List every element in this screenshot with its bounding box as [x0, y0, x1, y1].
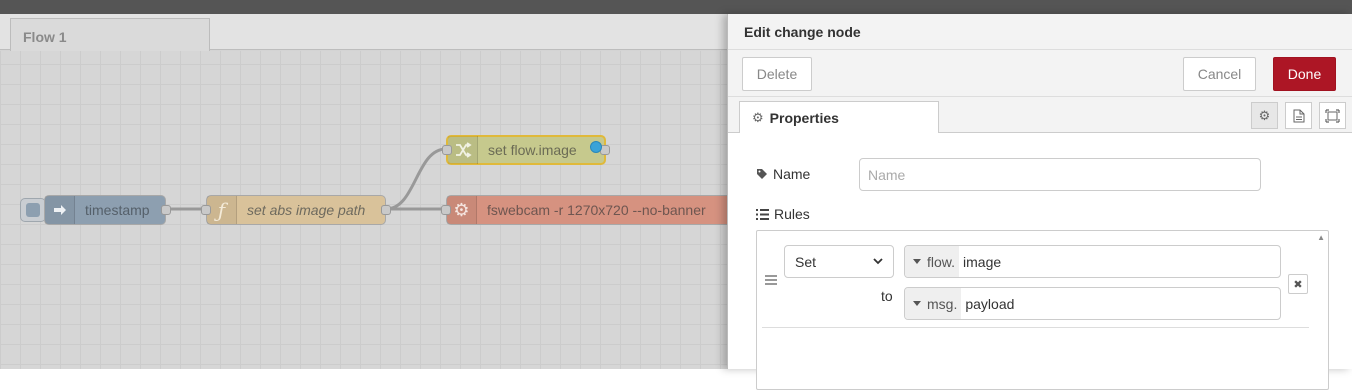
file-icon	[1293, 109, 1304, 122]
input-port[interactable]	[441, 205, 451, 215]
node-set-flow-image[interactable]: set flow.image	[442, 135, 610, 165]
cancel-button[interactable]: Cancel	[1183, 57, 1256, 91]
done-button[interactable]: Done	[1273, 57, 1336, 91]
node-function-label: set abs image path	[247, 202, 366, 218]
caret-down-icon	[913, 301, 921, 306]
output-port[interactable]	[381, 205, 391, 215]
to-label: to	[881, 288, 893, 304]
input-port[interactable]	[201, 205, 211, 215]
target-value[interactable]: image	[959, 254, 1001, 270]
gear-icon: ⚙	[447, 196, 477, 224]
rule-action-value: Set	[795, 253, 817, 270]
tray-title: Edit change node	[728, 14, 1352, 50]
name-input[interactable]	[859, 158, 1261, 191]
output-port[interactable]	[161, 205, 171, 215]
remove-icon: ✖	[1293, 278, 1303, 291]
rules-label: Rules	[756, 206, 810, 222]
node-description-tab[interactable]	[1285, 102, 1312, 129]
rule-target-input[interactable]: flow. image	[904, 245, 1281, 278]
rule-source-input[interactable]: msg. payload	[904, 287, 1281, 320]
top-header-bar	[0, 0, 1352, 14]
rule-action-select[interactable]: Set	[784, 245, 894, 278]
source-type-button[interactable]: msg.	[905, 288, 962, 319]
properties-form: Name Rules ▲ Set flow. image	[728, 133, 1352, 390]
inject-button[interactable]	[20, 198, 46, 222]
source-value[interactable]: payload	[961, 296, 1014, 312]
source-type-label: msg.	[927, 295, 958, 312]
expand-icon	[1325, 108, 1340, 123]
name-label-text: Name	[773, 166, 811, 182]
wire-layer	[166, 147, 447, 211]
rules-list[interactable]: ▲ Set flow. image to msg. payload ✖	[756, 230, 1329, 390]
target-type-button[interactable]: flow.	[905, 246, 960, 277]
node-change-label: set flow.image	[488, 142, 577, 158]
changed-indicator	[590, 141, 602, 153]
rule-row: Set flow. image to msg. payload ✖	[762, 231, 1309, 328]
tray-toolbar: Delete Cancel Done	[728, 50, 1352, 97]
node-timestamp[interactable]: timestamp	[44, 195, 171, 225]
input-port[interactable]	[442, 145, 452, 155]
node-settings-tab[interactable]: ⚙	[1251, 102, 1278, 129]
caret-down-icon	[913, 259, 921, 264]
tab-properties[interactable]: ⚙ Properties	[739, 101, 939, 134]
node-timestamp-label: timestamp	[85, 202, 150, 218]
inject-arrow-icon	[45, 196, 75, 224]
drag-handle-icon[interactable]	[765, 275, 777, 287]
rules-label-text: Rules	[774, 206, 810, 222]
tab-properties-label: Properties	[769, 109, 839, 126]
edit-tray: Edit change node Delete Cancel Done ⚙ Pr…	[727, 14, 1352, 390]
node-appearance-tab[interactable]	[1319, 102, 1346, 129]
name-label: Name	[756, 166, 810, 182]
tag-icon	[757, 169, 767, 179]
function-icon: ƒ	[207, 196, 237, 224]
list-icon	[756, 208, 769, 220]
tray-tabs: ⚙ Properties ⚙	[728, 97, 1352, 134]
remove-rule-button[interactable]: ✖	[1288, 274, 1308, 294]
node-set-abs-image-path[interactable]: ƒ set abs image path	[201, 195, 391, 225]
scroll-up-icon[interactable]: ▲	[1317, 233, 1325, 242]
node-exec-label: fswebcam -r 1270x720 --no-banner	[487, 202, 706, 218]
flow-workspace[interactable]: Flow 1 timestamp ƒ set abs image path se…	[0, 14, 727, 369]
cog-icon: ⚙	[1258, 107, 1271, 123]
chevron-down-icon	[873, 258, 883, 265]
target-type-label: flow.	[927, 253, 956, 270]
cog-icon: ⚙	[752, 109, 764, 125]
delete-button[interactable]: Delete	[742, 57, 812, 91]
shuffle-icon	[448, 136, 478, 164]
node-fswebcam[interactable]: ⚙ fswebcam -r 1270x720 --no-banner	[441, 195, 727, 225]
